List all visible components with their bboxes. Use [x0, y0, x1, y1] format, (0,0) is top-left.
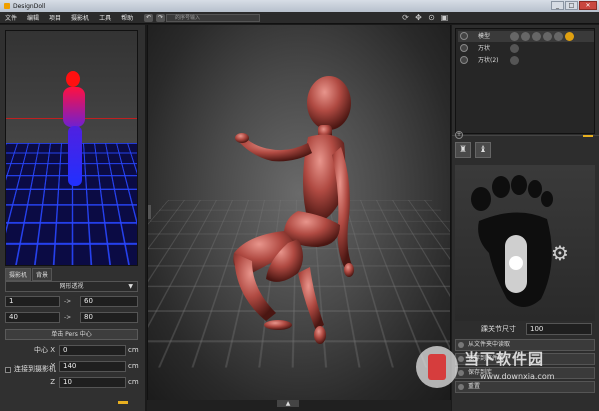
range-1-end[interactable]: 60: [80, 296, 138, 307]
left-tabs: 摄影机 背景: [5, 268, 53, 281]
center-z-row: Z 10 cm: [5, 377, 139, 388]
title-bar: DesignDoll _ □ ✕: [0, 0, 599, 12]
rotate-icon[interactable]: ⟳: [401, 13, 410, 22]
range-2-start[interactable]: 40: [5, 312, 60, 323]
cube-icon[interactable]: [510, 44, 519, 53]
joint-size-label: 踝关节尺寸: [481, 325, 516, 333]
foot-editor[interactable]: ⚙: [455, 165, 595, 321]
app-icon: [4, 3, 10, 9]
cube-icon[interactable]: [510, 56, 519, 65]
range-1-start[interactable]: 1: [5, 296, 60, 307]
connect-camera-checkbox[interactable]: [5, 367, 11, 373]
gear-icon[interactable]: ⚙: [551, 243, 569, 263]
pers-center-button[interactable]: 单击 Pers 中心: [5, 329, 138, 340]
list-item[interactable]: 模型: [458, 31, 594, 42]
projection-select[interactable]: 网形透视 ▼: [5, 281, 138, 292]
rotate-icon[interactable]: [521, 32, 530, 41]
window-controls: _ □ ✕: [551, 1, 597, 10]
close-button[interactable]: ✕: [579, 1, 597, 10]
view-tools: ⟳ ✥ ⊙ ▣: [401, 13, 449, 22]
preview-figure-head: [66, 71, 80, 87]
center-x-row: 中心 X 0 cm: [5, 345, 139, 356]
range-2-arrow: ->: [64, 314, 72, 321]
visibility-icon[interactable]: [460, 44, 468, 52]
menu-edit[interactable]: 编辑: [22, 13, 44, 22]
list-item[interactable]: 万状: [458, 43, 594, 54]
range-1-arrow: ->: [64, 298, 72, 305]
camera-preview[interactable]: [5, 30, 138, 266]
list-item[interactable]: 万状(2): [458, 55, 594, 66]
divider: [452, 135, 599, 136]
left-accent-marker: [118, 401, 128, 404]
projection-value: 网形透视: [59, 283, 84, 290]
maximize-button[interactable]: □: [565, 1, 578, 10]
connect-camera-label: 连接到摄影机: [14, 365, 56, 373]
visibility-icon[interactable]: [460, 32, 468, 40]
doll-figure[interactable]: [148, 25, 451, 400]
layer-tools: [510, 32, 574, 41]
center-z-field[interactable]: 10: [59, 377, 126, 388]
range-row-1: 1 -> 60: [5, 296, 138, 307]
watermark-text: 当下软件园: [464, 350, 545, 368]
delete-icon[interactable]: [554, 32, 563, 41]
accent-marker: [583, 135, 593, 137]
menu-tools[interactable]: 工具: [94, 13, 116, 22]
link-icon[interactable]: [543, 32, 552, 41]
lock-icon[interactable]: [565, 32, 574, 41]
watermark: 当下软件园 www.downxia.com: [416, 344, 599, 394]
center-x-label: 中心 X: [33, 346, 55, 354]
undo-icon[interactable]: ↶: [144, 13, 154, 22]
center-z-unit: cm: [128, 378, 139, 386]
center-x-field[interactable]: 0: [59, 345, 126, 356]
screenshot-icon[interactable]: ▣: [440, 13, 449, 22]
figure-icon[interactable]: ♝: [475, 142, 491, 158]
watermark-logo: [416, 346, 458, 388]
viewport-bottom-bar: ▲: [147, 400, 451, 411]
center-x-unit: cm: [128, 346, 139, 354]
window-title: DesignDoll: [13, 2, 46, 10]
menu-project[interactable]: 项目: [44, 13, 66, 22]
foot-icon: [471, 175, 553, 307]
zoom-icon[interactable]: ⊙: [427, 13, 436, 22]
menu-camera[interactable]: 摄影机: [66, 13, 94, 22]
center-y-unit: cm: [128, 362, 139, 370]
tab-background[interactable]: 背景: [32, 268, 53, 281]
search-icon[interactable]: [532, 32, 541, 41]
center-y-field[interactable]: 140: [59, 361, 126, 372]
move-icon[interactable]: ✥: [414, 13, 423, 22]
pose-icon[interactable]: [510, 32, 519, 41]
menu-help[interactable]: 帮助: [116, 13, 138, 22]
layer-list: 模型 万状 万状(2): [455, 28, 595, 134]
preview-figure-legs: [68, 126, 82, 186]
range-2-end[interactable]: 80: [80, 312, 138, 323]
menu-bar: 文件 编辑 项目 摄影机 工具 帮助 ↶ ↷ ◣ 的序号输入 ⟳ ✥ ⊙ ▣: [0, 12, 599, 24]
bottom-collapse-handle[interactable]: ▲: [277, 400, 299, 407]
watermark-logo-mark: [428, 354, 446, 380]
preview-figure-body: [63, 87, 85, 127]
joint-size-row: 踝关节尺寸 100: [455, 323, 595, 335]
redo-icon[interactable]: ↷: [156, 13, 166, 22]
dropdown-arrow-icon: ▼: [128, 283, 133, 290]
camera-panel: 摄影机 背景 网形透视 ▼ 1 -> 60 40 -> 80 单击 Pers 中…: [0, 25, 145, 411]
watermark-url: www.downxia.com: [480, 372, 555, 381]
body-icon[interactable]: ♜: [455, 142, 471, 158]
center-z-label: Z: [50, 378, 55, 386]
search-input[interactable]: 的序号输入: [166, 14, 260, 22]
3d-viewport[interactable]: [147, 25, 451, 400]
layer-label: 万状(2): [478, 57, 499, 64]
tab-camera[interactable]: 摄影机: [5, 268, 32, 281]
layer-label: 模型: [478, 33, 491, 40]
menu-file[interactable]: 文件: [0, 13, 22, 22]
layer-label: 万状: [478, 45, 491, 52]
joint-size-field[interactable]: 100: [526, 323, 592, 335]
minimize-button[interactable]: _: [551, 1, 564, 10]
visibility-icon[interactable]: [460, 56, 468, 64]
add-layer-icon[interactable]: +: [455, 131, 463, 139]
part-icons: ♜ ♝: [455, 142, 491, 158]
range-row-2: 40 -> 80: [5, 312, 138, 323]
